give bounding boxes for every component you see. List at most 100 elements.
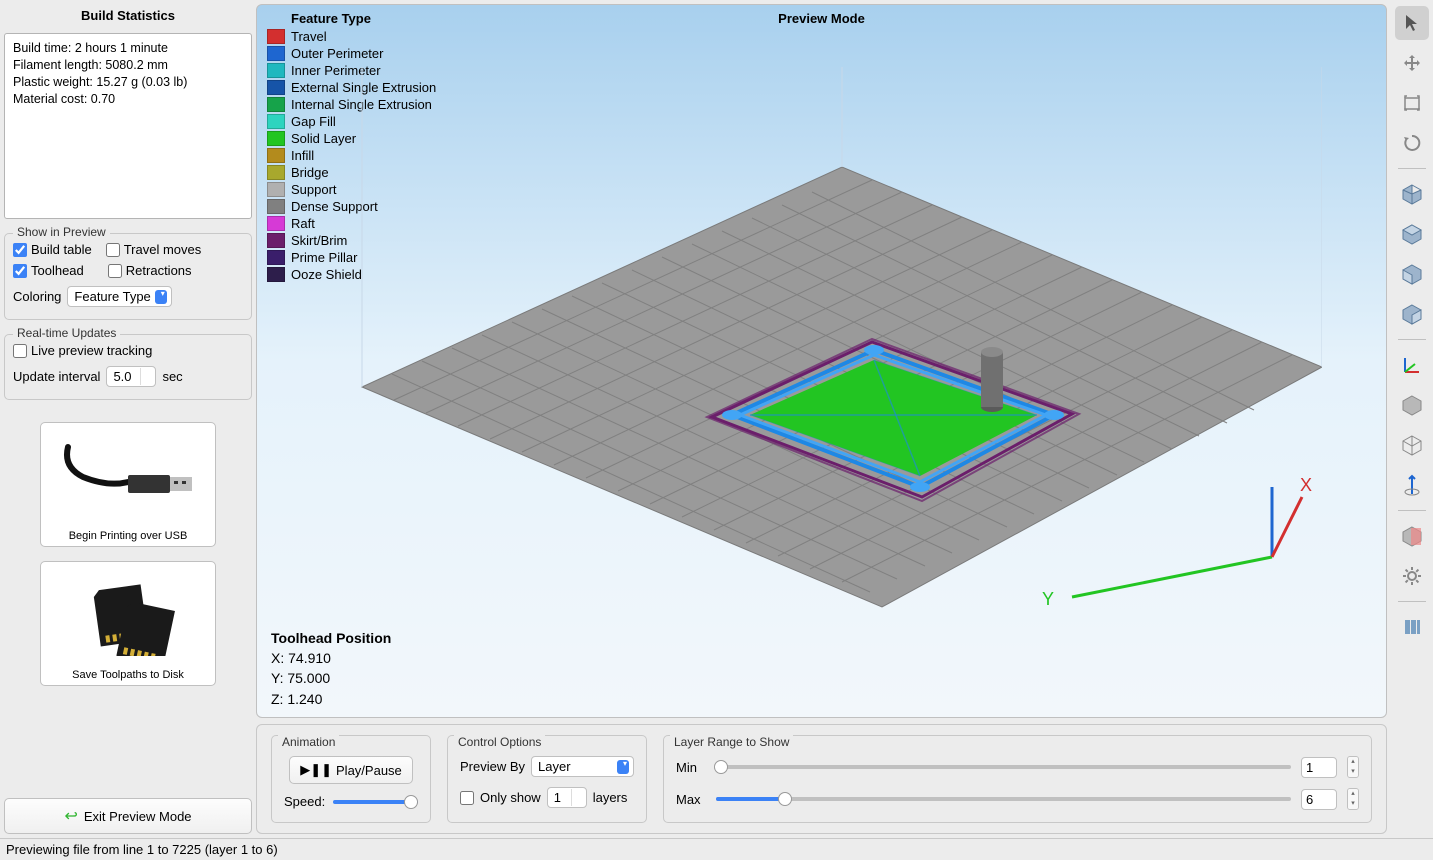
usb-icon (45, 427, 211, 527)
view-top-tool[interactable] (1395, 217, 1429, 251)
min-slider[interactable] (716, 765, 1291, 769)
disk-card-label: Save Toolpaths to Disk (45, 666, 211, 681)
legend-label: Outer Perimeter (291, 46, 383, 61)
legend-label: Raft (291, 216, 315, 231)
update-interval-input[interactable]: 5.0 (106, 366, 156, 387)
legend-swatch (267, 80, 285, 95)
only-show-input[interactable]: 1 (547, 787, 587, 808)
axis-tool[interactable] (1395, 348, 1429, 382)
live-preview-label: Live preview tracking (31, 343, 152, 358)
view-side-tool[interactable] (1395, 297, 1429, 331)
legend-label: Infill (291, 148, 314, 163)
speed-label: Speed: (284, 794, 325, 809)
save-disk-card[interactable]: Save Toolpaths to Disk (40, 561, 216, 686)
play-pause-button[interactable]: ▶❚❚ Play/Pause (289, 756, 413, 784)
reset-view-tool[interactable] (1395, 126, 1429, 160)
status-text: Previewing file from line 1 to 7225 (lay… (6, 842, 278, 857)
legend-swatch (267, 46, 285, 61)
fit-view-tool[interactable] (1395, 86, 1429, 120)
only-show-unit: layers (593, 790, 628, 805)
right-toolbar (1391, 0, 1433, 838)
legend-label: Travel (291, 29, 327, 44)
legend-swatch (267, 199, 285, 214)
sidebar: Build Statistics Build time: 2 hours 1 m… (0, 0, 256, 838)
max-label: Max (676, 792, 706, 807)
status-bar: Previewing file from line 1 to 7225 (lay… (0, 838, 1433, 860)
preview-by-label: Preview By (460, 759, 525, 774)
legend-swatch (267, 233, 285, 248)
cross-section-tool[interactable] (1395, 519, 1429, 553)
show-in-preview-section: Show in Preview Build table Travel moves… (4, 233, 252, 320)
sd-card-icon (45, 566, 211, 666)
solid-view-tool[interactable] (1395, 388, 1429, 422)
normals-tool[interactable] (1395, 468, 1429, 502)
coloring-label: Coloring (13, 289, 61, 304)
preview-by-select[interactable]: Layer (531, 756, 634, 777)
build-table-label: Build table (31, 242, 92, 257)
speed-slider[interactable] (333, 800, 418, 804)
coloring-select[interactable]: Feature Type (67, 286, 171, 307)
control-options-group: Control Options Preview By Layer Only sh… (447, 735, 647, 823)
main-area: Feature Type TravelOuter PerimeterInner … (256, 0, 1391, 838)
realtime-updates-section: Real-time Updates Live preview tracking … (4, 334, 252, 400)
section-title: Real-time Updates (13, 326, 120, 340)
exit-preview-button[interactable]: ↩ Exit Preview Mode (4, 798, 252, 834)
bottom-panel: Animation ▶❚❚ Play/Pause Speed: Control … (256, 724, 1387, 834)
max-value[interactable]: 6 (1301, 789, 1337, 810)
build-statistics-box: Build time: 2 hours 1 minute Filament le… (4, 33, 252, 219)
toolhead-position: Toolhead Position X: 74.910 Y: 75.000 Z:… (271, 628, 391, 709)
travel-moves-label: Travel moves (124, 242, 202, 257)
legend-swatch (267, 97, 285, 112)
section-title: Show in Preview (13, 225, 110, 239)
animation-group: Animation ▶❚❚ Play/Pause Speed: (271, 735, 431, 823)
stat-cost: Material cost: 0.70 (13, 91, 243, 108)
settings-tool[interactable] (1395, 559, 1429, 593)
preview-mode-title: Preview Mode (778, 11, 865, 26)
view-iso-tool[interactable] (1395, 177, 1429, 211)
legend-title: Feature Type (267, 11, 436, 26)
build-table-checkbox[interactable] (13, 243, 27, 257)
legend-swatch (267, 250, 285, 265)
stat-build-time: Build time: 2 hours 1 minute (13, 40, 243, 57)
legend-item: Outer Perimeter (267, 45, 436, 62)
min-value[interactable]: 1 (1301, 757, 1337, 778)
max-slider[interactable] (716, 797, 1291, 801)
svg-text:X: X (1300, 475, 1312, 495)
toolhead-x: X: 74.910 (271, 648, 391, 668)
legend-swatch (267, 182, 285, 197)
retractions-label: Retractions (126, 263, 192, 278)
stat-filament: Filament length: 5080.2 mm (13, 57, 243, 74)
min-spinner[interactable]: ▴▾ (1347, 756, 1359, 778)
view-front-tool[interactable] (1395, 257, 1429, 291)
back-arrow-icon: ↩ (64, 806, 77, 826)
retractions-checkbox[interactable] (108, 264, 122, 278)
toolhead-label: Toolhead (31, 263, 84, 278)
play-pause-icon: ▶❚❚ (300, 762, 332, 778)
update-interval-label: Update interval (13, 369, 100, 384)
only-show-label: Only show (480, 790, 541, 805)
travel-moves-checkbox[interactable] (106, 243, 120, 257)
legend-swatch (267, 148, 285, 163)
toolhead-checkbox[interactable] (13, 264, 27, 278)
legend-item: Travel (267, 28, 436, 45)
max-spinner[interactable]: ▴▾ (1347, 788, 1359, 810)
move-tool[interactable] (1395, 46, 1429, 80)
legend-swatch (267, 114, 285, 129)
layer-range-group: Layer Range to Show Min 1 ▴▾ Max (663, 735, 1372, 823)
live-preview-checkbox[interactable] (13, 344, 27, 358)
min-label: Min (676, 760, 706, 775)
3d-viewport[interactable]: Feature Type TravelOuter PerimeterInner … (256, 4, 1387, 718)
legend-swatch (267, 29, 285, 44)
build-plate-render: Y X (322, 67, 1322, 627)
usb-print-card[interactable]: Begin Printing over USB (40, 422, 216, 547)
sidebar-title: Build Statistics (4, 4, 252, 27)
cursor-tool[interactable] (1395, 6, 1429, 40)
machine-tool[interactable] (1395, 610, 1429, 644)
only-show-checkbox[interactable] (460, 791, 474, 805)
wireframe-view-tool[interactable] (1395, 428, 1429, 462)
toolhead-y: Y: 75.000 (271, 668, 391, 688)
update-interval-unit: sec (162, 369, 182, 384)
legend-swatch (267, 131, 285, 146)
usb-card-label: Begin Printing over USB (45, 527, 211, 542)
toolhead-title: Toolhead Position (271, 628, 391, 648)
